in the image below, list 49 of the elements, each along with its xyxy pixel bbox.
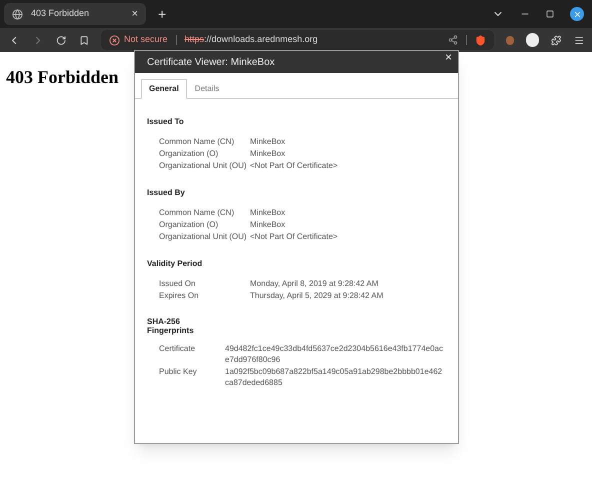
field-label: Public Key bbox=[159, 366, 198, 378]
field-label: Organizational Unit (OU) bbox=[159, 160, 248, 171]
close-window-button[interactable] bbox=[570, 7, 584, 21]
section-title: Issued By bbox=[147, 187, 186, 199]
new-tab-button[interactable]: + bbox=[154, 4, 170, 24]
shield-icon[interactable] bbox=[474, 34, 486, 46]
field-value: <Not Part Of Certificate> bbox=[250, 231, 338, 242]
share-icon[interactable] bbox=[448, 35, 458, 45]
warning-icon bbox=[109, 34, 120, 46]
field-label: Expires On bbox=[159, 290, 200, 301]
page-heading: 403 Forbidden bbox=[6, 66, 119, 89]
field-value: 1a092f5bc09b687a822bf5a149c05a91ab298be2bbbb01e462ca87deded6885 bbox=[225, 366, 444, 388]
field-value: 49d482fc1ce49c33db4fd5637ce2d2304b5616e43fb1774e0ace7dd976f80c96 bbox=[225, 343, 444, 365]
field-label: Organizational Unit (OU) bbox=[159, 231, 248, 242]
section-title: SHA-256 Fingerprints bbox=[147, 317, 195, 335]
close-icon bbox=[572, 10, 582, 18]
dialog-title: Certificate Viewer: MinkeBox bbox=[147, 56, 275, 70]
field-label: Issued On bbox=[159, 278, 196, 289]
url-text[interactable]: https://downloads.arednmesh.org bbox=[184, 33, 444, 47]
field-label: Organization (O) bbox=[159, 148, 220, 159]
bookmark-icon[interactable] bbox=[78, 34, 89, 46]
section-title: Validity Period bbox=[147, 258, 204, 270]
field-value: <Not Part Of Certificate> bbox=[250, 160, 338, 171]
dialog-tab[interactable]: General bbox=[141, 79, 187, 99]
address-bar[interactable]: Not secure https://downloads.arednmesh.org bbox=[101, 30, 494, 50]
field-label: Common Name (CN) bbox=[159, 136, 236, 147]
section-title: Issued To bbox=[147, 116, 185, 128]
menu-icon[interactable] bbox=[574, 34, 584, 46]
tab-title: 403 Forbidden bbox=[31, 7, 90, 20]
extension-icon[interactable] bbox=[506, 36, 514, 44]
extensions-icon[interactable] bbox=[551, 34, 562, 46]
browser-tab[interactable]: 403 Forbidden × bbox=[4, 3, 146, 25]
dialog-close-button[interactable]: × bbox=[444, 51, 452, 63]
globe-icon bbox=[12, 8, 23, 20]
field-value: MinkeBox bbox=[250, 219, 286, 230]
field-label: Organization (O) bbox=[159, 219, 220, 230]
field-label: Certificate bbox=[159, 343, 196, 355]
field-value: Thursday, April 5, 2029 at 9:28:42 AM bbox=[250, 290, 384, 301]
field-label: Common Name (CN) bbox=[159, 207, 236, 218]
field-value: MinkeBox bbox=[250, 136, 286, 147]
field-value: MinkeBox bbox=[250, 148, 286, 159]
tab-close-button[interactable]: × bbox=[132, 6, 138, 22]
reload-icon[interactable] bbox=[56, 34, 67, 46]
maximize-icon[interactable] bbox=[546, 10, 554, 18]
field-value: Monday, April 8, 2019 at 9:28:42 AM bbox=[250, 278, 378, 289]
field-value: MinkeBox bbox=[250, 207, 286, 218]
security-label[interactable]: Not secure bbox=[124, 33, 168, 47]
dialog-tab[interactable]: Details bbox=[186, 79, 228, 99]
profile-avatar[interactable] bbox=[526, 33, 540, 47]
